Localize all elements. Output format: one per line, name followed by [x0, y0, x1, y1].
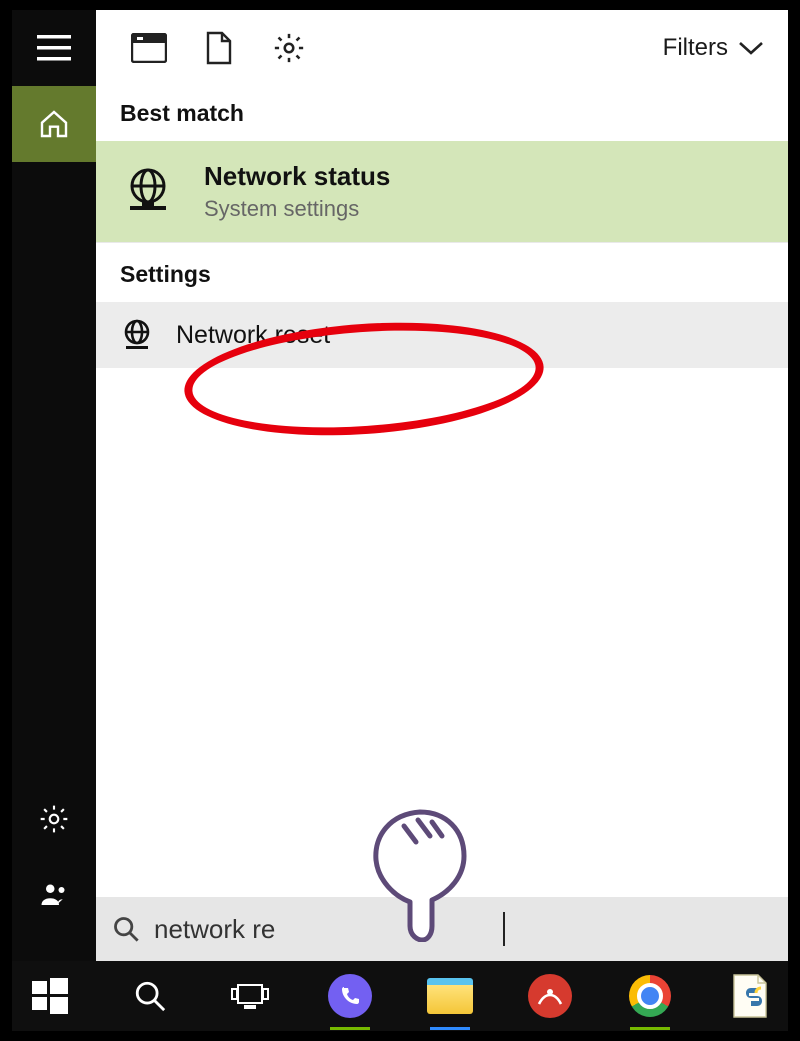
best-match-result[interactable]: Network status System settings: [96, 141, 788, 243]
gear-icon: [272, 31, 306, 65]
best-match-title: Network status: [204, 161, 390, 192]
best-match-heading: Best match: [96, 86, 788, 141]
filters-dropdown[interactable]: Filters: [663, 34, 778, 62]
task-view-icon: [230, 981, 270, 1011]
settings-result-network-reset[interactable]: Network reset: [96, 302, 788, 368]
home-button[interactable]: [12, 86, 96, 162]
tab-apps[interactable]: [114, 18, 184, 78]
settings-heading: Settings: [96, 243, 788, 302]
taskbar-app-viber[interactable]: [326, 972, 374, 1020]
taskbar-python-doc[interactable]: [726, 972, 774, 1020]
hamburger-icon: [37, 35, 71, 61]
menu-button[interactable]: [12, 10, 96, 86]
taskbar-search[interactable]: [126, 972, 174, 1020]
gear-icon: [38, 803, 70, 835]
folder-icon: [427, 978, 473, 1014]
taskbar-task-view[interactable]: [226, 972, 274, 1020]
tab-documents[interactable]: [184, 18, 254, 78]
taskbar-start[interactable]: [26, 972, 74, 1020]
feedback-button[interactable]: [12, 857, 96, 933]
network-reset-icon: [120, 318, 154, 352]
text-caret: [503, 912, 505, 946]
search-input[interactable]: [154, 914, 489, 945]
python-file-icon: [730, 973, 770, 1019]
document-icon: [205, 31, 233, 65]
app-window-icon: [131, 33, 167, 63]
windows-icon: [32, 978, 68, 1014]
taskbar-chrome[interactable]: [626, 972, 674, 1020]
search-icon: [133, 979, 167, 1013]
tab-settings[interactable]: [254, 18, 324, 78]
cortana-sidebar: [12, 10, 96, 961]
filters-label: Filters: [663, 34, 728, 62]
search-bar[interactable]: [96, 897, 788, 961]
red-app-icon: [528, 974, 572, 1018]
home-icon: [38, 108, 70, 140]
best-match-subtitle: System settings: [204, 196, 390, 222]
taskbar-app-red[interactable]: [526, 972, 574, 1020]
taskbar-file-explorer[interactable]: [426, 972, 474, 1020]
viber-icon: [328, 974, 372, 1018]
people-icon: [39, 880, 69, 910]
search-results-panel: Filters Best match Network status: [96, 10, 788, 961]
search-icon: [112, 915, 140, 943]
search-scope-tabs: Filters: [96, 10, 788, 86]
network-status-icon: [120, 166, 176, 218]
chrome-icon: [629, 975, 671, 1017]
settings-result-title: Network reset: [176, 321, 330, 350]
chevron-down-icon: [738, 40, 764, 56]
settings-button[interactable]: [12, 781, 96, 857]
taskbar: [12, 961, 788, 1031]
